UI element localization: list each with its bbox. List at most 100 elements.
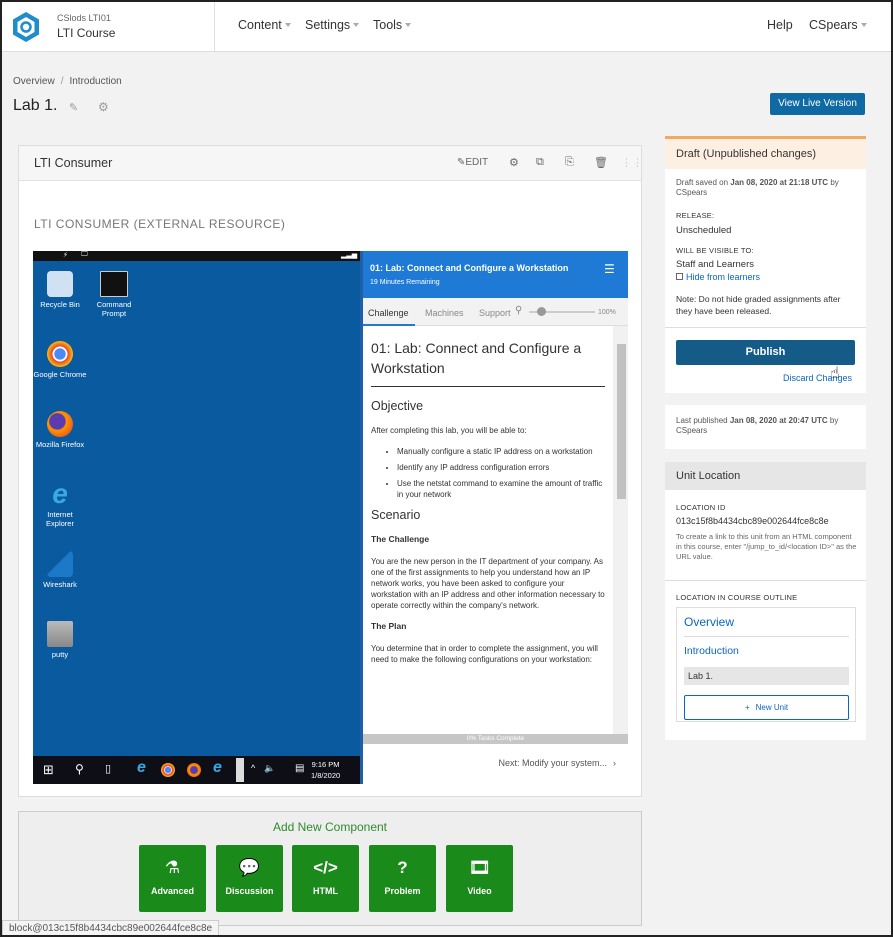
hide-from-learners-checkbox[interactable]: Hide from learners — [676, 272, 760, 282]
lab-instructions-panel: 01: Lab: Connect and Configure a Worksta… — [363, 251, 628, 784]
outline-label: LOCATION IN COURSE OUTLINE — [676, 593, 798, 602]
tray-chevron-icon[interactable]: ^ — [251, 763, 255, 773]
release-value: Unscheduled — [676, 225, 732, 236]
windows-start-icon[interactable]: ⊞ — [43, 762, 54, 778]
unit-settings-gear-icon[interactable]: ⚙ — [98, 100, 109, 114]
firefox-taskbar-icon[interactable] — [187, 763, 201, 777]
view-live-version-button[interactable]: View Live Version — [770, 93, 865, 115]
course-title[interactable]: LTI Course — [57, 26, 115, 40]
publish-button[interactable]: Publish — [676, 340, 855, 365]
speech-bubble-icon: 💬 — [238, 858, 261, 877]
time-remaining: 19 Minutes Remaining — [370, 279, 440, 286]
studio-logo-icon[interactable] — [11, 11, 41, 43]
nav-label: Content — [238, 18, 282, 32]
release-label: RELEASE: — [676, 211, 715, 220]
challenge-text: You are the new person in the IT departm… — [371, 557, 605, 610]
lab-iframe[interactable]: ⚡ 🖵 ▂▃▅ Recycle Bin Command Prompt Googl… — [33, 251, 628, 784]
outline-unit-current[interactable]: Lab 1. — [684, 667, 849, 685]
outline-subsection-introduction[interactable]: Introduction — [684, 645, 739, 657]
edge-icon[interactable]: e — [137, 759, 146, 777]
plus-icon: + — [744, 703, 750, 712]
desktop-icon-label: Mozilla Firefox — [35, 440, 85, 449]
edit-title-pencil-icon[interactable]: ✎ — [69, 101, 78, 114]
desktop-icon-ie[interactable]: e Internet Explorer — [33, 480, 87, 529]
location-id-value: 013c15f8b4434cbc89e002644fce8c8e — [676, 516, 829, 526]
button-label: Advanced — [150, 886, 194, 896]
move-to-icon[interactable]: ⎘ — [565, 156, 574, 169]
desktop-icon-command-prompt[interactable]: Command Prompt — [87, 271, 141, 318]
component-title: LTI Consumer — [34, 156, 113, 170]
desktop-icon-label: Wireshark — [43, 580, 77, 589]
chrome-taskbar-icon[interactable] — [161, 763, 175, 777]
button-label: Video — [467, 886, 492, 896]
nav-content-menu[interactable]: Content — [238, 18, 291, 32]
desktop-icon-label: Google Chrome — [33, 370, 87, 379]
next-section-link[interactable]: Next: Modify your system... › — [363, 744, 628, 784]
new-unit-button[interactable]: + New Unit — [684, 695, 849, 720]
breadcrumb-item-introduction[interactable]: Introduction — [69, 76, 121, 87]
chevron-right-icon: › — [613, 758, 616, 768]
lab-panel-header: 01: Lab: Connect and Configure a Worksta… — [363, 251, 628, 298]
desktop-icon-label: putty — [51, 650, 69, 659]
user-menu[interactable]: CSpears — [809, 18, 867, 32]
search-icon[interactable]: ⚲ — [75, 762, 84, 776]
ie-taskbar-icon[interactable]: e — [213, 759, 222, 777]
power-icon[interactable]: ⚡ — [63, 251, 68, 259]
desktop-icon-wireshark[interactable]: Wireshark — [33, 551, 87, 589]
list-item: Identify any IP address configuration er… — [397, 462, 605, 473]
task-view-icon[interactable]: ▯ — [105, 762, 111, 775]
nav-tools-menu[interactable]: Tools — [373, 18, 411, 32]
lti-component: LTI Consumer ✎EDIT ⚙ ⧉ ⎘ 🗑 ⋮⋮ LTI CONSUM… — [18, 145, 643, 797]
desktop-icon-firefox[interactable]: Mozilla Firefox — [33, 411, 87, 449]
putty-icon — [47, 621, 73, 647]
remote-desktop[interactable]: ⚡ 🖵 ▂▃▅ Recycle Bin Command Prompt Googl… — [33, 251, 360, 784]
plan-text: You determine that in order to complete … — [371, 644, 598, 664]
divider — [665, 580, 866, 581]
next-label: Next: Modify your system... — [498, 758, 607, 768]
publish-status-header: Draft (Unpublished changes) — [665, 139, 866, 169]
desktop-icon-putty[interactable]: putty — [33, 621, 87, 659]
divider — [684, 636, 849, 637]
component-header: LTI Consumer ✎EDIT ⚙ ⧉ ⎘ 🗑 ⋮⋮ — [19, 146, 643, 181]
hamburger-menu-icon[interactable]: ☰ — [604, 262, 618, 276]
desktop-icon-label: Command Prompt — [96, 300, 132, 318]
status-bar: block@013c15f8b4434cbc89e002644fce8c8e — [2, 920, 220, 935]
desktop-icon-recycle-bin[interactable]: Recycle Bin — [33, 271, 87, 309]
help-link[interactable]: Help — [767, 18, 793, 32]
breadcrumb-item-overview[interactable]: Overview — [13, 76, 55, 87]
edit-button[interactable]: ✎EDIT — [457, 157, 488, 168]
checkbox-icon[interactable] — [676, 273, 683, 280]
settings-gear-icon[interactable]: ⚙ — [509, 156, 519, 169]
lab-title: 01: Lab: Connect and Configure a Worksta… — [370, 263, 569, 273]
notification-icon[interactable]: ▤ — [295, 763, 304, 774]
outline-section-overview[interactable]: Overview — [684, 615, 734, 629]
tab-support[interactable]: Support — [479, 308, 511, 318]
add-video-button[interactable]: 🎞 Video — [446, 845, 513, 912]
drag-handle-icon[interactable]: ⋮⋮ — [621, 156, 643, 169]
add-advanced-button[interactable]: ⚗ Advanced — [139, 845, 206, 912]
divider — [665, 327, 866, 328]
tab-machines[interactable]: Machines — [425, 308, 464, 318]
plan-heading: The Plan — [371, 621, 407, 631]
lab-scrollbar-thumb[interactable] — [617, 344, 626, 499]
desktop-icon-chrome[interactable]: Google Chrome — [33, 341, 87, 379]
header-divider — [214, 2, 215, 52]
add-html-button[interactable]: </> HTML — [292, 845, 359, 912]
add-problem-button[interactable]: ? Problem — [369, 845, 436, 912]
lab-tabs: Challenge Machines Support ⚲ 100% — [363, 298, 628, 326]
monitor-icon[interactable]: 🖵 — [81, 251, 88, 259]
last-published-box: Last published Jan 08, 2020 at 20:47 UTC… — [665, 405, 866, 449]
delete-trash-icon[interactable]: 🗑 — [594, 156, 608, 169]
tab-challenge[interactable]: Challenge — [368, 308, 409, 318]
add-component-title: Add New Component — [272, 820, 388, 834]
nav-settings-menu[interactable]: Settings — [305, 18, 359, 32]
component-heading: LTI CONSUMER (EXTERNAL RESOURCE) — [34, 217, 286, 231]
zoom-slider-handle[interactable] — [537, 307, 546, 316]
duplicate-icon[interactable]: ⧉ — [536, 156, 544, 169]
taskbar-scroll-icon[interactable] — [236, 758, 244, 782]
add-discussion-button[interactable]: 💬 Discussion — [216, 845, 283, 912]
objective-heading: Objective — [371, 399, 424, 413]
volume-icon[interactable]: 🔈 — [264, 763, 275, 774]
hand-cursor-icon: ☝ — [830, 365, 840, 382]
discard-changes-link[interactable]: Discard Changes — [783, 373, 852, 383]
